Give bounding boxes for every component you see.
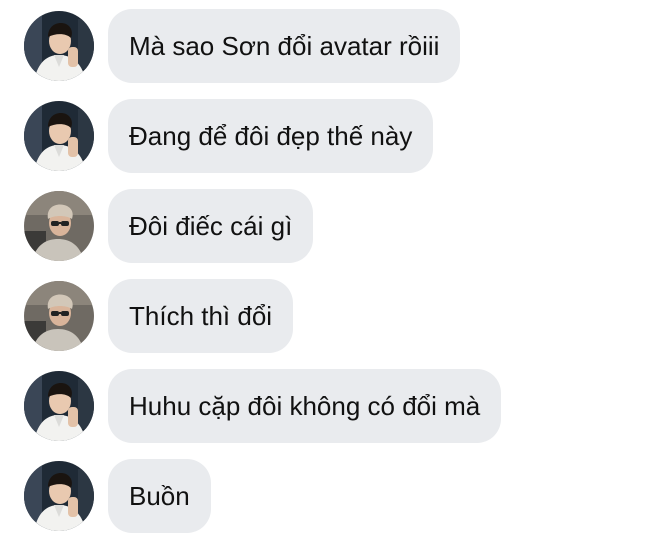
avatar-man-glasses-car-icon [24, 281, 94, 351]
message-bubble[interactable]: Thích thì đổi [108, 279, 294, 353]
message-bubble[interactable]: Mà sao Sơn đổi avatar rồiii [108, 9, 461, 83]
message-row: Huhu cặp đôi không có đổi mà [0, 369, 663, 443]
message-bubble[interactable]: Buồn [108, 459, 211, 533]
avatar-man-white-shirt-icon [24, 461, 94, 531]
message-bubble[interactable]: Huhu cặp đôi không có đổi mà [108, 369, 502, 443]
message-bubble[interactable]: Đang để đôi đẹp thế này [108, 99, 434, 173]
message-row: Đang để đôi đẹp thế này [0, 99, 663, 173]
message-bubble[interactable]: Đôi điếc cái gì [108, 189, 314, 263]
avatar[interactable] [24, 191, 94, 261]
avatar[interactable] [24, 371, 94, 441]
message-row: Mà sao Sơn đổi avatar rồiii [0, 9, 663, 83]
avatar-man-glasses-car-icon [24, 191, 94, 261]
avatar-man-white-shirt-icon [24, 11, 94, 81]
message-thread: Mà sao Sơn đổi avatar rồiii Đang để đôi … [0, 0, 663, 546]
message-row: Đôi điếc cái gì [0, 189, 663, 263]
avatar[interactable] [24, 11, 94, 81]
message-row: Buồn [0, 459, 663, 533]
avatar[interactable] [24, 281, 94, 351]
message-row: Thích thì đổi [0, 279, 663, 353]
avatar-man-white-shirt-icon [24, 101, 94, 171]
avatar[interactable] [24, 101, 94, 171]
avatar[interactable] [24, 461, 94, 531]
avatar-man-white-shirt-icon [24, 371, 94, 441]
